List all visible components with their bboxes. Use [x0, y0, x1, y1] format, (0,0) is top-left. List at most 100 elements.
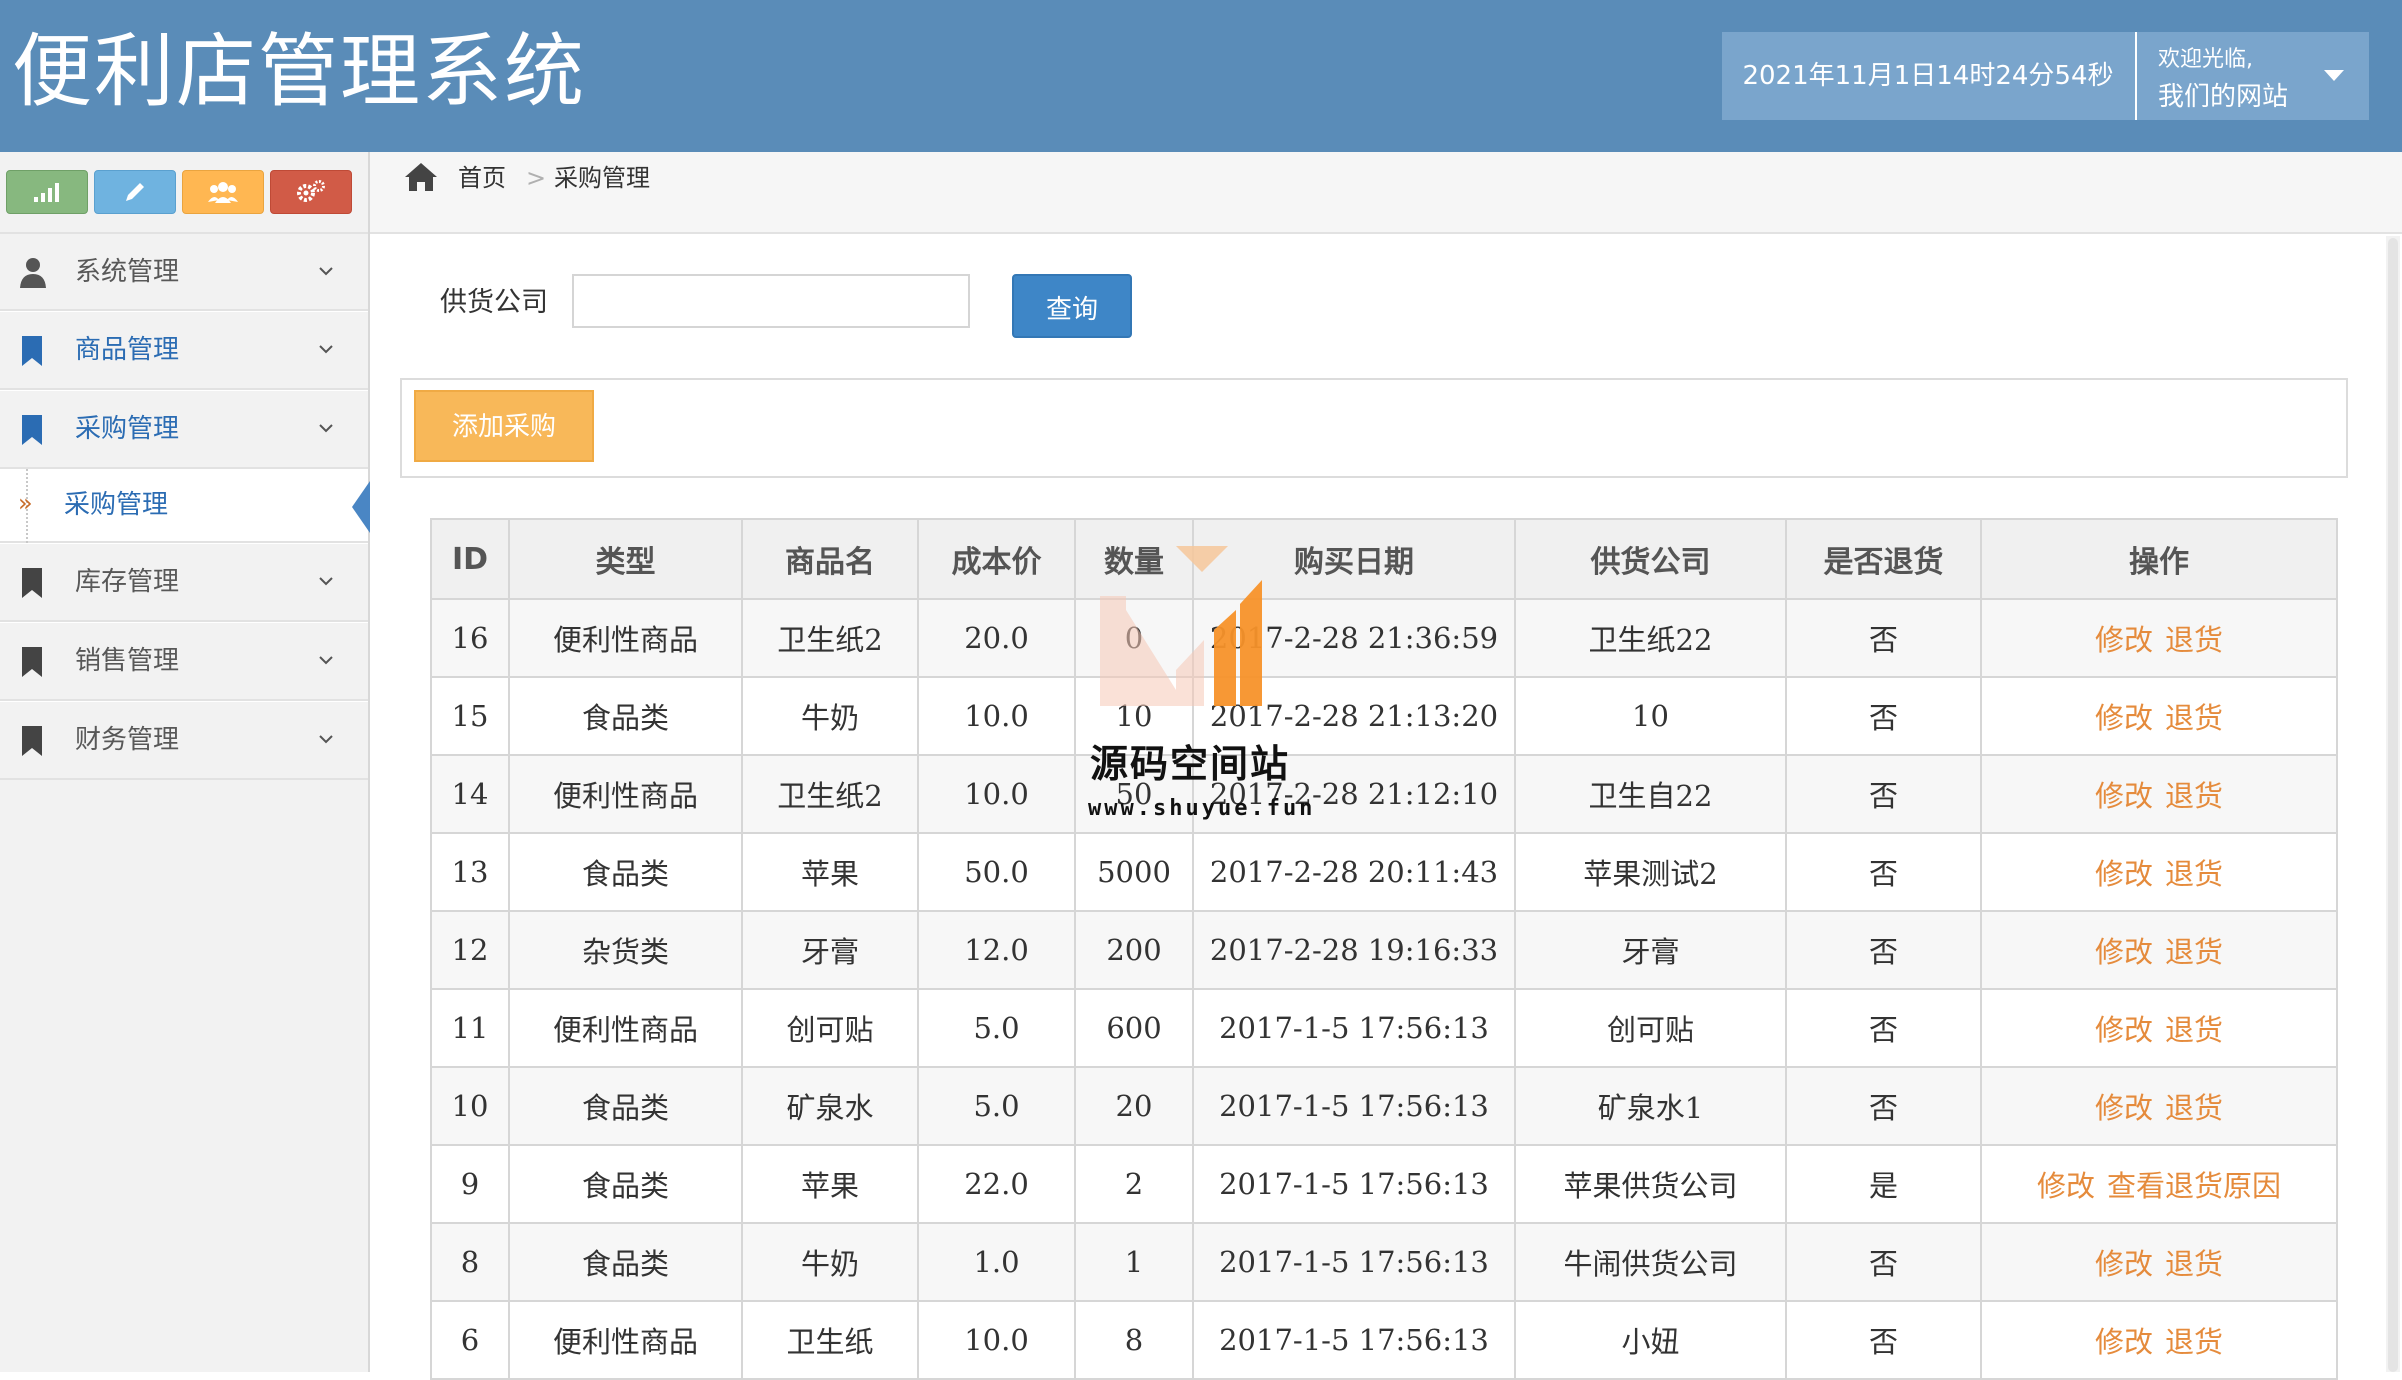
cell-date: 2017-1-5 17:56:13 — [1192, 1144, 1516, 1224]
edit-link[interactable]: 修改 — [2095, 857, 2153, 891]
cell-date: 2017-1-5 17:56:13 — [1192, 988, 1516, 1068]
chevron-down-icon — [319, 656, 333, 665]
shortcut-settings-button[interactable] — [270, 170, 352, 214]
cell-name: 卫生纸 — [741, 1300, 919, 1380]
table-row: 13 食品类 苹果 50.0 5000 2017-2-28 20:11:43 苹… — [430, 832, 2338, 912]
cell-returned: 否 — [1785, 988, 1982, 1068]
return-link[interactable]: 退货 — [2165, 1325, 2223, 1359]
cell-quantity: 600 — [1074, 988, 1194, 1068]
cell-id: 9 — [430, 1144, 510, 1224]
table-row: 12 杂货类 牙膏 12.0 200 2017-2-28 19:16:33 牙膏… — [430, 910, 2338, 990]
add-purchase-button[interactable]: 添加采购 — [414, 390, 594, 462]
view-return-reason-link[interactable]: 查看退货原因 — [2107, 1169, 2281, 1203]
cell-returned: 否 — [1785, 598, 1982, 678]
sidebar-subitem-purchase-management[interactable]: » 采购管理 — [0, 469, 370, 543]
return-link[interactable]: 退货 — [2165, 701, 2223, 735]
return-link[interactable]: 退货 — [2165, 857, 2223, 891]
home-icon[interactable] — [402, 160, 440, 194]
cell-cost: 20.0 — [917, 598, 1076, 678]
shortcut-users-button[interactable] — [182, 170, 264, 214]
sidebar-item-label: 商品管理 — [75, 335, 180, 365]
edit-link[interactable]: 修改 — [2095, 701, 2153, 735]
supplier-search-input[interactable] — [572, 274, 970, 328]
signal-bars-icon — [34, 183, 59, 202]
return-link[interactable]: 退货 — [2165, 1013, 2223, 1047]
cell-id: 16 — [430, 598, 510, 678]
column-header-returned: 是否退货 — [1785, 518, 1982, 600]
app-title: 便利店管理系统 — [12, 25, 586, 118]
cell-type: 便利性商品 — [508, 598, 743, 678]
cell-cost: 22.0 — [917, 1144, 1076, 1224]
sidebar-item-sales[interactable]: 销售管理 — [0, 622, 368, 701]
breadcrumb-home-link[interactable]: 首页 — [458, 158, 506, 198]
cell-returned: 否 — [1785, 676, 1982, 756]
cell-supplier: 苹果测试2 — [1514, 832, 1787, 912]
cell-type: 便利性商品 — [508, 988, 743, 1068]
cell-returned: 否 — [1785, 910, 1982, 990]
cell-actions: 修改 退货 — [1980, 754, 2338, 834]
edit-link[interactable]: 修改 — [2095, 1091, 2153, 1125]
cell-name: 卫生纸2 — [741, 598, 919, 678]
table-row: 15 食品类 牛奶 10.0 10 2017-2-28 21:13:20 10 … — [430, 676, 2338, 756]
sidebar-item-system[interactable]: 系统管理 — [0, 232, 368, 311]
return-link[interactable]: 退货 — [2165, 1247, 2223, 1281]
shortcut-stats-button[interactable] — [6, 170, 88, 214]
purchase-table: ID 类型 商品名 成本价 数量 购买日期 供货公司 是否退货 操作 16 便利… — [430, 518, 2338, 1380]
scrollbar-thumb[interactable] — [2388, 238, 2398, 1372]
toolbar-panel: 添加采购 — [400, 378, 2348, 478]
edit-link[interactable]: 修改 — [2095, 1013, 2153, 1047]
edit-link[interactable]: 修改 — [2037, 1169, 2095, 1203]
sidebar-item-label: 系统管理 — [75, 257, 180, 287]
cell-type: 食品类 — [508, 832, 743, 912]
cell-returned: 否 — [1785, 1222, 1982, 1302]
cell-actions: 修改 退货 — [1980, 1222, 2338, 1302]
watermark-url: www.shuyue.fun — [1088, 796, 1316, 821]
breadcrumb-current: 采购管理 — [554, 164, 650, 192]
cell-type: 食品类 — [508, 1066, 743, 1146]
cell-id: 14 — [430, 754, 510, 834]
bookmark-icon — [22, 726, 42, 756]
pencil-icon — [126, 183, 144, 201]
sidebar-item-inventory[interactable]: 库存管理 — [0, 543, 368, 622]
bookmark-icon — [22, 415, 42, 445]
return-link[interactable]: 退货 — [2165, 779, 2223, 813]
sidebar: 系统管理 商品管理 采购管理 » 采购管理 库存管理 销售管理 财务管理 — [0, 152, 370, 1372]
chevron-down-icon — [319, 577, 333, 586]
sidebar-item-finance[interactable]: 财务管理 — [0, 701, 368, 780]
return-link[interactable]: 退货 — [2165, 1091, 2223, 1125]
cell-actions: 修改 退货 — [1980, 832, 2338, 912]
cell-date: 2017-1-5 17:56:13 — [1192, 1300, 1516, 1380]
cell-quantity: 1 — [1074, 1222, 1194, 1302]
users-icon — [208, 182, 238, 203]
cell-cost: 10.0 — [917, 754, 1076, 834]
chevron-down-icon — [319, 424, 333, 433]
user-icon — [20, 258, 46, 288]
cell-supplier: 10 — [1514, 676, 1787, 756]
user-info-box[interactable]: 2021年11月1日14时24分54秒 欢迎光临, 我们的网站 — [1722, 32, 2369, 120]
query-button[interactable]: 查询 — [1012, 274, 1132, 338]
edit-link[interactable]: 修改 — [2095, 1247, 2153, 1281]
cell-date: 2017-1-5 17:56:13 — [1192, 1066, 1516, 1146]
table-row: 8 食品类 牛奶 1.0 1 2017-1-5 17:56:13 牛闹供货公司 … — [430, 1222, 2338, 1302]
shortcut-edit-button[interactable] — [94, 170, 176, 214]
edit-link[interactable]: 修改 — [2095, 623, 2153, 657]
return-link[interactable]: 退货 — [2165, 623, 2223, 657]
sidebar-item-purchase[interactable]: 采购管理 — [0, 390, 368, 469]
edit-link[interactable]: 修改 — [2095, 935, 2153, 969]
cell-id: 11 — [430, 988, 510, 1068]
return-link[interactable]: 退货 — [2165, 935, 2223, 969]
column-header-cost: 成本价 — [917, 518, 1076, 600]
cell-actions: 修改 查看退货原因 — [1980, 1144, 2338, 1224]
cell-name: 牛奶 — [741, 676, 919, 756]
cell-type: 食品类 — [508, 676, 743, 756]
caret-down-icon[interactable] — [2324, 70, 2344, 81]
cell-supplier: 苹果供货公司 — [1514, 1144, 1787, 1224]
sidebar-item-products[interactable]: 商品管理 — [0, 311, 368, 390]
edit-link[interactable]: 修改 — [2095, 1325, 2153, 1359]
edit-link[interactable]: 修改 — [2095, 779, 2153, 813]
current-datetime: 2021年11月1日14时24分54秒 — [1742, 61, 2114, 91]
cell-type: 便利性商品 — [508, 754, 743, 834]
cell-supplier: 卫生纸22 — [1514, 598, 1787, 678]
double-chevron-right-icon: » — [18, 489, 33, 517]
watermark-text: 源码空间站 — [1090, 742, 1291, 786]
